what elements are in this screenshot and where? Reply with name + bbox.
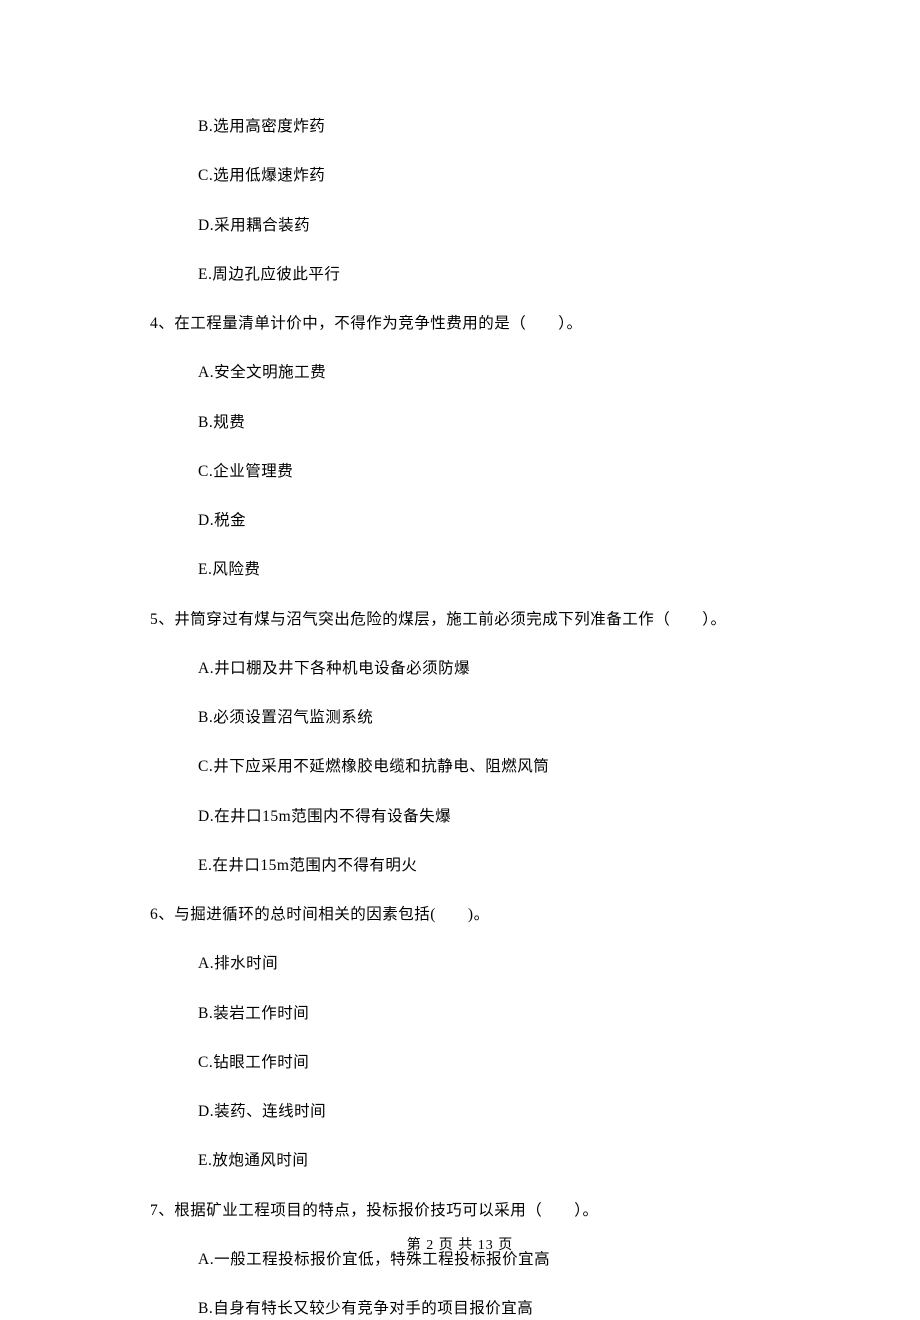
q3-option-c: C.选用低爆速炸药 xyxy=(150,164,770,187)
q6-option-d: D.装药、连线时间 xyxy=(150,1100,770,1123)
q4-option-c: C.企业管理费 xyxy=(150,460,770,483)
q4-option-b: B.规费 xyxy=(150,411,770,434)
q6-option-e: E.放炮通风时间 xyxy=(150,1149,770,1172)
q4-stem: 4、在工程量清单计价中，不得作为竞争性费用的是（ ）。 xyxy=(150,312,770,335)
q7-stem: 7、根据矿业工程项目的特点，投标报价技巧可以采用（ ）。 xyxy=(150,1199,770,1222)
q5-option-c: C.井下应采用不延燃橡胶电缆和抗静电、阻燃风筒 xyxy=(150,755,770,778)
q4-option-d: D.税金 xyxy=(150,509,770,532)
q3-option-d: D.采用耦合装药 xyxy=(150,214,770,237)
q5-option-e: E.在井口15m范围内不得有明火 xyxy=(150,854,770,877)
q5-option-a: A.井口棚及井下各种机电设备必须防爆 xyxy=(150,657,770,680)
q7-option-b: B.自身有特长又较少有竞争对手的项目报价宜高 xyxy=(150,1297,770,1320)
q5-option-b: B.必须设置沼气监测系统 xyxy=(150,706,770,729)
q5-stem: 5、井筒穿过有煤与沼气突出危险的煤层，施工前必须完成下列准备工作（ ）。 xyxy=(150,608,770,631)
q4-option-e: E.风险费 xyxy=(150,558,770,581)
q5-option-d: D.在井口15m范围内不得有设备失爆 xyxy=(150,805,770,828)
q6-option-a: A.排水时间 xyxy=(150,952,770,975)
q4-option-a: A.安全文明施工费 xyxy=(150,361,770,384)
q6-stem: 6、与掘进循环的总时间相关的因素包括( )。 xyxy=(150,903,770,926)
q6-option-b: B.装岩工作时间 xyxy=(150,1002,770,1025)
page-content: B.选用高密度炸药 C.选用低爆速炸药 D.采用耦合装药 E.周边孔应彼此平行 … xyxy=(0,0,920,1320)
q6-option-c: C.钻眼工作时间 xyxy=(150,1051,770,1074)
q3-option-e: E.周边孔应彼此平行 xyxy=(150,263,770,286)
page-footer: 第 2 页 共 13 页 xyxy=(0,1234,920,1254)
q3-option-b: B.选用高密度炸药 xyxy=(150,115,770,138)
